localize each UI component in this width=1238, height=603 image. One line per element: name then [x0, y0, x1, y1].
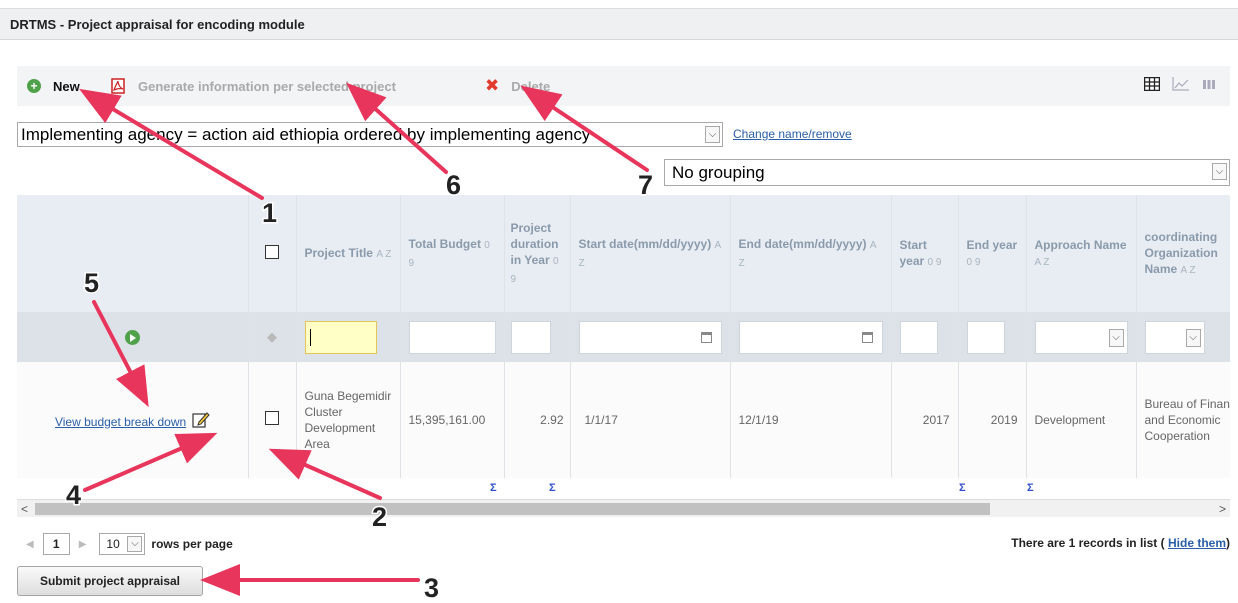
- start-year-filter-input[interactable]: [899, 320, 938, 354]
- run-filter-icon[interactable]: [124, 329, 140, 345]
- annotation-label-3: 3: [424, 573, 439, 603]
- column-header-project-title[interactable]: Project Title A Z: [296, 195, 401, 312]
- total-budget-filter-input[interactable]: [408, 320, 496, 354]
- toolbar: + New Generate information per selected …: [17, 66, 1230, 106]
- chevron-down-icon[interactable]: ⌵: [1108, 328, 1124, 347]
- sort-az-icon[interactable]: A Z: [376, 249, 391, 260]
- column-view-icon[interactable]: [1202, 78, 1216, 90]
- new-button[interactable]: + New: [27, 77, 80, 95]
- scrollbar-thumb[interactable]: [35, 503, 990, 515]
- view-switcher: [1144, 77, 1216, 91]
- totals-row: Σ Σ Σ Σ: [17, 479, 1230, 499]
- window-title: DRTMS - Project appraisal for encoding m…: [10, 17, 305, 32]
- project-title-filter-input[interactable]: [304, 320, 377, 354]
- pager: ◀ 1 ▶ 10 ⌵ rows per page: [17, 532, 233, 556]
- horizontal-scrollbar[interactable]: < >: [17, 499, 1230, 517]
- cell-duration: 2.92: [504, 362, 571, 478]
- cell-total-budget: 15,395,161.00: [400, 362, 505, 478]
- select-all-checkbox[interactable]: [265, 244, 279, 259]
- delete-button[interactable]: ✖ Delete: [485, 77, 550, 95]
- scroll-right-icon[interactable]: >: [1219, 502, 1226, 516]
- grouping-select[interactable]: No grouping ⌵: [664, 159, 1230, 186]
- cell-end-date: 12/1/19: [730, 362, 892, 478]
- approach-filter-select[interactable]: ⌵: [1034, 320, 1128, 354]
- calendar-icon[interactable]: [861, 331, 873, 343]
- eraser-icon[interactable]: ◆: [267, 329, 277, 344]
- sum-total-budget[interactable]: Σ: [490, 482, 497, 494]
- cell-start-date: 1/1/17: [570, 362, 731, 478]
- column-header-start-date[interactable]: Start date(mm/dd/yyyy) A Z: [570, 195, 731, 312]
- column-header-duration[interactable]: Project duration in Year 0 9: [504, 195, 571, 312]
- column-header-total-budget[interactable]: Total Budget 0 9: [400, 195, 505, 312]
- filter-select[interactable]: Implementing agency = action aid ethiopi…: [17, 122, 723, 147]
- cell-coordinating-org: Bureau of Finance and Economic Cooperati…: [1136, 362, 1230, 478]
- title-bar: DRTMS - Project appraisal for encoding m…: [0, 8, 1238, 40]
- sort-az-icon[interactable]: A Z: [1035, 257, 1050, 268]
- plus-circle-icon: +: [27, 79, 41, 93]
- next-page-icon[interactable]: ▶: [79, 539, 87, 550]
- change-name-link[interactable]: Change name/remove: [733, 127, 852, 141]
- rows-per-page-label: rows per page: [151, 537, 233, 551]
- rows-per-page-select[interactable]: 10 ⌵: [99, 533, 146, 555]
- x-icon: ✖: [485, 76, 500, 95]
- prev-page-icon[interactable]: ◀: [26, 539, 34, 550]
- calendar-icon[interactable]: [700, 331, 712, 343]
- chart-view-icon[interactable]: [1172, 77, 1190, 91]
- records-count: There are 1 records in list ( Hide them): [1011, 536, 1230, 550]
- cell-project-title: Guna Begemidir Cluster Development Area: [296, 362, 401, 478]
- cell-approach: Development: [1026, 362, 1137, 478]
- cell-end-year: 2019: [958, 362, 1027, 478]
- cell-start-year: 2017: [891, 362, 959, 478]
- project-grid: Project Title A Z Total Budget 0 9 Proje…: [17, 195, 1230, 478]
- chevron-down-icon[interactable]: ⌵: [705, 126, 720, 143]
- column-header-coordinating-org[interactable]: coordinating Organization Name A Z: [1136, 195, 1230, 312]
- sum-end-year[interactable]: Σ: [1027, 482, 1034, 494]
- scroll-left-icon[interactable]: <: [21, 502, 28, 516]
- chevron-down-icon[interactable]: ⌵: [1185, 328, 1201, 347]
- generate-information-button[interactable]: Generate information per selected projec…: [110, 77, 396, 95]
- coordinating-org-filter-select[interactable]: ⌵: [1144, 320, 1205, 354]
- filter-row: ◆ ⌵ ⌵: [17, 312, 1230, 362]
- column-header-start-year[interactable]: Start year 0 9: [891, 195, 959, 312]
- pdf-icon: [111, 78, 125, 94]
- end-year-filter-input[interactable]: [966, 320, 1005, 354]
- edit-icon[interactable]: [191, 411, 210, 429]
- app-window: DRTMS - Project appraisal for encoding m…: [0, 0, 1238, 603]
- chevron-down-icon[interactable]: ⌵: [127, 536, 143, 552]
- sum-start-year[interactable]: Σ: [959, 482, 966, 494]
- column-header-end-date[interactable]: End date(mm/dd/yyyy) A Z: [730, 195, 892, 312]
- column-header-approach-name[interactable]: Approach Name A Z: [1026, 195, 1137, 312]
- duration-filter-input[interactable]: [510, 320, 551, 354]
- start-date-filter-input[interactable]: [578, 320, 722, 354]
- table-row: View budget break down Guna Begemidir Cl…: [17, 362, 1230, 478]
- hide-records-link[interactable]: Hide them: [1168, 536, 1226, 550]
- chevron-down-icon[interactable]: ⌵: [1212, 163, 1227, 180]
- submit-project-appraisal-button[interactable]: Submit project appraisal: [17, 566, 203, 596]
- sort-09-icon[interactable]: 0 9: [928, 257, 942, 268]
- page-number-input[interactable]: 1: [42, 533, 70, 555]
- sum-duration[interactable]: Σ: [549, 482, 556, 494]
- column-header-select: [248, 195, 297, 312]
- end-date-filter-input[interactable]: [738, 320, 883, 354]
- sort-09-icon[interactable]: 0 9: [967, 257, 981, 268]
- view-budget-breakdown-link[interactable]: View budget break down: [55, 415, 186, 429]
- column-header-end-year[interactable]: End year 0 9: [958, 195, 1027, 312]
- table-view-icon[interactable]: [1144, 77, 1160, 91]
- header-row: Project Title A Z Total Budget 0 9 Proje…: [17, 195, 1230, 312]
- sort-az-icon[interactable]: A Z: [1181, 265, 1196, 276]
- row-select-checkbox[interactable]: [265, 411, 279, 425]
- column-header-actions: [17, 195, 249, 312]
